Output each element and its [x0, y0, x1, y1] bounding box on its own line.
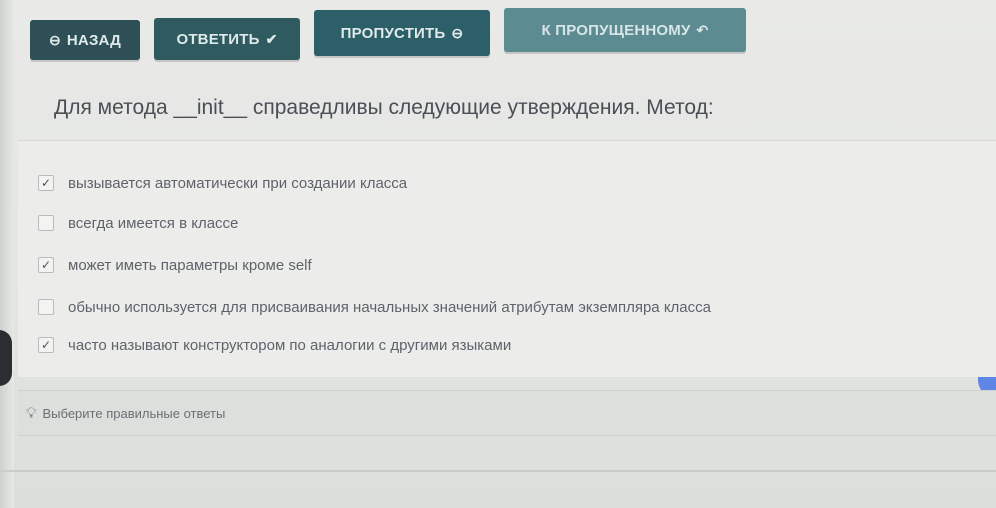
option-item[interactable]: ✓ часто называют конструктором по аналог… [38, 333, 511, 357]
footer-divider [0, 470, 996, 472]
lightbulb-icon: 💡︎ [26, 404, 37, 422]
answer-button[interactable]: ОТВЕТИТЬ ✔ [154, 18, 300, 60]
option-checkbox[interactable]: ✓ [38, 257, 54, 273]
hint-text: Выберите правильные ответы [42, 405, 226, 421]
option-checkbox[interactable]: ✓ [38, 337, 54, 353]
to-skipped-button[interactable]: К ПРОПУЩЕННОМУ ↶ [504, 8, 746, 52]
quiz-page: ⊖ НАЗАД ОТВЕТИТЬ ✔ ПРОПУСТИТЬ ⊖ К ПРОПУЩ… [0, 0, 996, 508]
return-arrow-icon: ↶ [696, 22, 709, 38]
skip-circle-icon: ⊖ [451, 25, 464, 41]
hint-bar: 💡︎ Выберите правильные ответы [18, 390, 996, 436]
question-text: Для метода __init__ справедливы следующи… [54, 96, 714, 119]
back-button[interactable]: ⊖ НАЗАД [30, 20, 140, 60]
option-item[interactable]: ✓ вызывается автоматически при создании … [38, 171, 407, 195]
option-checkbox[interactable] [38, 215, 54, 231]
back-circle-icon: ⊖ [48, 32, 61, 48]
option-checkbox[interactable] [38, 299, 54, 315]
option-item[interactable]: обычно используется для присваивания нач… [38, 295, 711, 319]
to-skipped-button-label: К ПРОПУЩЕННОМУ [541, 21, 691, 39]
option-label: может иметь параметры кроме self [68, 256, 312, 274]
option-label: всегда имеется в классе [68, 214, 239, 232]
option-item[interactable]: всегда имеется в классе [38, 211, 238, 235]
option-label: часто называют конструктором по аналогии… [68, 336, 512, 354]
left-edge [0, 0, 14, 508]
checkmark-icon: ✔ [265, 31, 278, 47]
option-label: обычно используется для присваивания нач… [68, 298, 711, 316]
option-item[interactable]: ✓ может иметь параметры кроме self [38, 253, 312, 277]
option-label: вызывается автоматически при создании кл… [68, 174, 408, 192]
skip-button-label: ПРОПУСТИТЬ [340, 24, 446, 42]
options-panel: ✓ вызывается автоматически при создании … [18, 140, 996, 377]
left-overlay-shape [0, 330, 12, 386]
option-checkbox[interactable]: ✓ [38, 175, 54, 191]
toolbar: ⊖ НАЗАД ОТВЕТИТЬ ✔ ПРОПУСТИТЬ ⊖ К ПРОПУЩ… [30, 8, 746, 68]
back-button-label: НАЗАД [66, 31, 122, 49]
answer-button-label: ОТВЕТИТЬ [176, 30, 260, 48]
skip-button[interactable]: ПРОПУСТИТЬ ⊖ [314, 10, 490, 56]
